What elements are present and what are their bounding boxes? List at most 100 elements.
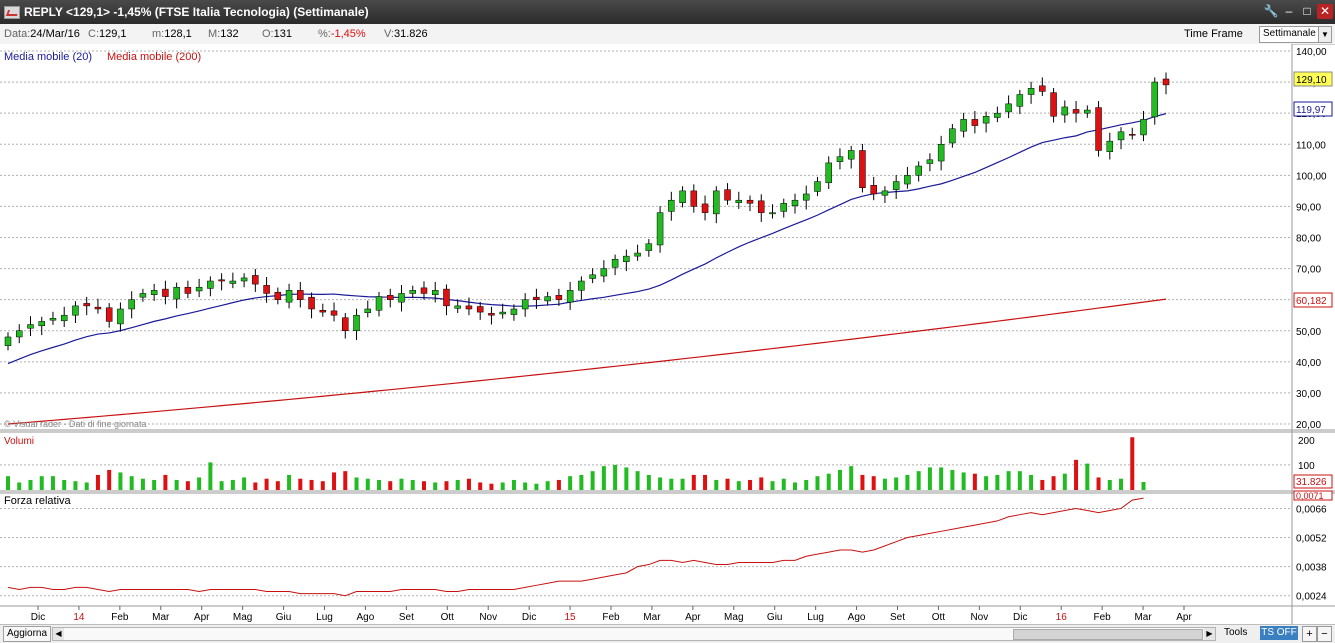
price-tick-label: 20,00 bbox=[1296, 420, 1321, 431]
volume-bar bbox=[433, 482, 438, 490]
time-tick-label: Lug bbox=[316, 612, 333, 623]
volume-bar bbox=[1085, 463, 1090, 490]
close-info: C:129,1 bbox=[88, 28, 127, 40]
candle-up bbox=[353, 314, 360, 332]
close-button[interactable]: ✕ bbox=[1317, 4, 1333, 19]
rs-axis: 0,0066 0,0052 0,0038 0,0024 bbox=[1296, 504, 1327, 602]
candle-down bbox=[252, 275, 259, 285]
volume-bar bbox=[95, 474, 100, 490]
volume-label: Volumi bbox=[4, 436, 34, 447]
volume-bar bbox=[377, 479, 382, 490]
horizontal-scrollbar[interactable]: ◀ ▶ bbox=[52, 627, 1216, 641]
time-tick-label: 14 bbox=[73, 612, 85, 623]
rs-tick-label: 0,0038 bbox=[1296, 563, 1327, 574]
volume-bar bbox=[714, 479, 719, 490]
candle-up bbox=[611, 259, 619, 268]
ts-off-button[interactable]: TS OFF bbox=[1260, 626, 1298, 640]
candle-up bbox=[1117, 131, 1125, 141]
volume-bar bbox=[140, 478, 145, 490]
scroll-thumb[interactable] bbox=[1013, 629, 1203, 640]
ma200-label: Media mobile (200) bbox=[107, 51, 201, 63]
candle-up bbox=[499, 311, 506, 315]
volume-bar bbox=[624, 467, 629, 490]
open-info: O:131 bbox=[262, 28, 292, 40]
candle-up bbox=[915, 165, 922, 176]
volume-bar bbox=[388, 481, 393, 490]
candle-up bbox=[847, 150, 855, 160]
tools-button[interactable]: Tools bbox=[1224, 626, 1247, 640]
price-tick-label: 100,00 bbox=[1296, 171, 1327, 182]
volume-bar bbox=[242, 477, 247, 490]
minimize-button[interactable]: – bbox=[1281, 4, 1297, 19]
candle-up bbox=[982, 116, 990, 124]
volume-bar bbox=[421, 481, 426, 490]
scroll-left-icon[interactable]: ◀ bbox=[53, 628, 64, 640]
candle-up bbox=[825, 162, 832, 184]
time-tick-label: Giu bbox=[767, 612, 783, 623]
candle-up bbox=[566, 290, 574, 303]
price-tick-label: 140,00 bbox=[1296, 47, 1327, 58]
time-tick-label: Nov bbox=[479, 612, 497, 623]
ma20-label: Media mobile (20) bbox=[4, 51, 92, 63]
refresh-button[interactable]: Aggiorna bbox=[3, 626, 52, 642]
volume-bar bbox=[444, 481, 449, 490]
candle-up bbox=[4, 336, 12, 346]
settings-wrench-icon[interactable]: 🔧 bbox=[1263, 4, 1279, 19]
timeframe-value: Settimanale bbox=[1263, 28, 1316, 39]
candle-down bbox=[859, 150, 866, 189]
zoom-in-button[interactable]: + bbox=[1302, 626, 1317, 642]
candle-down bbox=[274, 291, 282, 300]
time-tick-label: 16 bbox=[1056, 612, 1068, 623]
volume-bar bbox=[264, 478, 269, 490]
scroll-right-icon[interactable]: ▶ bbox=[1204, 628, 1215, 640]
rs-tick-label: 0,0024 bbox=[1296, 592, 1327, 603]
candle-up bbox=[634, 252, 641, 257]
volume-bar bbox=[152, 479, 157, 490]
volume-bar bbox=[972, 473, 977, 490]
volume-bar bbox=[1107, 479, 1112, 490]
candle-down bbox=[701, 203, 709, 213]
candle-up bbox=[949, 128, 956, 144]
ma20-value-label: 119,97 bbox=[1296, 105, 1326, 116]
zoom-out-button[interactable]: − bbox=[1317, 626, 1332, 642]
rs-tick-label: 0,0052 bbox=[1296, 534, 1327, 545]
candle-down bbox=[263, 285, 270, 294]
candle-up bbox=[1016, 94, 1024, 107]
candle-up bbox=[892, 181, 900, 190]
price-tick-label: 30,00 bbox=[1296, 389, 1321, 400]
high-info: M:132 bbox=[208, 28, 239, 40]
volume-bar bbox=[545, 481, 550, 490]
candle-up bbox=[128, 299, 135, 310]
volume-bar bbox=[28, 479, 33, 490]
candle-up bbox=[229, 280, 237, 284]
timeframe-label: Time Frame bbox=[1184, 28, 1243, 40]
time-tick-label: Mag bbox=[233, 612, 252, 623]
time-tick-label: Ott bbox=[932, 612, 946, 623]
candle-up bbox=[881, 190, 889, 196]
time-tick-label: Apr bbox=[194, 612, 210, 623]
price-chart[interactable]: Media mobile (20) Media mobile (200) © V… bbox=[0, 44, 1335, 624]
candle-up bbox=[780, 203, 787, 212]
volume-bar bbox=[691, 474, 696, 490]
volume-bar bbox=[1017, 471, 1022, 490]
maximize-button[interactable]: □ bbox=[1299, 4, 1315, 19]
candle-up bbox=[454, 305, 461, 309]
time-tick-label: Mar bbox=[152, 612, 170, 623]
volume-bar bbox=[1141, 482, 1146, 490]
timeframe-select[interactable]: Settimanale ▼ bbox=[1259, 26, 1332, 43]
time-tick-label: Dic bbox=[1013, 612, 1027, 623]
volume-bar bbox=[770, 481, 775, 490]
candle-up bbox=[27, 324, 34, 329]
candle-up bbox=[364, 308, 372, 313]
time-tick-label: Ago bbox=[357, 612, 375, 623]
volume-bar bbox=[860, 474, 865, 490]
candle-down bbox=[533, 296, 540, 300]
dropdown-arrow-icon[interactable]: ▼ bbox=[1318, 27, 1331, 42]
volume-info: V:31.826 bbox=[384, 28, 428, 40]
volume-bar bbox=[984, 476, 989, 490]
volume-bar bbox=[466, 478, 471, 490]
candle-down bbox=[724, 189, 731, 201]
time-tick-label: Apr bbox=[685, 612, 701, 623]
volume-bar bbox=[343, 471, 348, 490]
candle-up bbox=[1151, 81, 1159, 118]
